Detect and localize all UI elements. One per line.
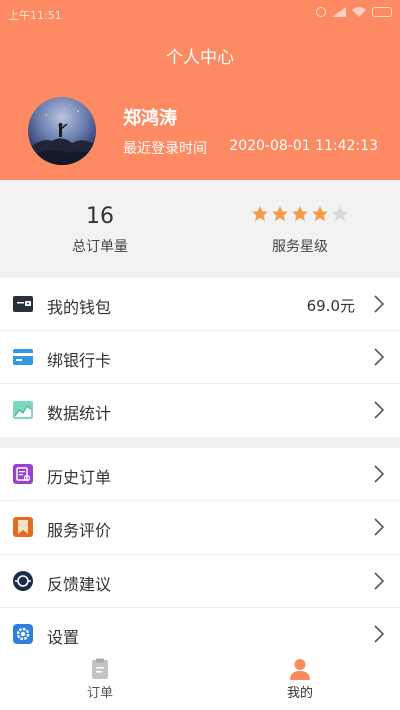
signal-icon (332, 7, 346, 17)
status-icons (316, 7, 392, 17)
profile-tab-icon (290, 659, 310, 680)
profile-header: 上午11:51 个人中心 郑鸿涛 最近登录时间 2020-08-01 11:42… (0, 0, 400, 180)
chevron-right-icon (374, 295, 384, 313)
star-filled-icon (252, 206, 268, 221)
review-icon (13, 517, 33, 537)
chevron-right-icon (374, 401, 384, 419)
service-rating-label: 服务星级 (272, 239, 328, 255)
star-filled-icon (292, 206, 308, 221)
chevron-right-icon (374, 348, 384, 366)
chevron-right-icon (374, 572, 384, 590)
last-login-label: 最近登录时间 (123, 141, 207, 157)
history-order-icon (13, 464, 33, 484)
tab-label: 订单 (86, 686, 113, 701)
menu-label: 设置 (47, 628, 80, 647)
settings-icon (13, 624, 33, 644)
last-login-time: 2020-08-01 11:42:13 (229, 138, 378, 154)
menu-item-feedback[interactable]: 反馈建议 (0, 555, 400, 608)
menu-group-account: 我的钱包 69.0元 绑银行卡 数据统计 (0, 278, 400, 437)
wallet-icon (13, 296, 33, 312)
menu-label: 数据统计 (47, 404, 112, 423)
statistics-icon (13, 401, 33, 419)
feedback-icon (13, 571, 33, 591)
total-orders-stat: 16 总订单量 (0, 180, 200, 278)
total-orders-value: 16 (86, 204, 114, 229)
star-rating (250, 205, 350, 227)
menu-group-misc: 反馈建议 设置 (0, 555, 400, 661)
menu-label: 反馈建议 (47, 575, 112, 594)
wifi-icon (352, 7, 366, 17)
wallet-balance: 69.0元 (306, 297, 355, 315)
service-rating-stat: 服务星级 (200, 180, 400, 278)
order-tab-icon (92, 658, 108, 679)
user-name: 郑鸿涛 (123, 108, 177, 129)
page-title: 个人中心 (166, 48, 234, 68)
star-filled-icon (272, 206, 288, 221)
battery-icon (372, 7, 392, 17)
tab-orders[interactable]: 订单 (0, 652, 200, 710)
bank-card-icon (13, 349, 33, 365)
menu-group-orders: 历史订单 服务评价 (0, 448, 400, 554)
star-empty-icon (332, 206, 348, 221)
avatar[interactable] (28, 97, 96, 165)
status-time: 上午11:51 (8, 9, 62, 22)
menu-label: 服务评价 (47, 521, 112, 540)
tab-label: 我的 (286, 686, 313, 701)
chevron-right-icon (374, 465, 384, 483)
alarm-icon (316, 7, 326, 17)
status-bar: 上午11:51 (0, 0, 400, 28)
star-filled-icon (312, 206, 328, 221)
menu-item-statistics[interactable]: 数据统计 (0, 384, 400, 437)
stats-panel: 16 总订单量 服务星级 (0, 180, 400, 278)
menu-item-wallet[interactable]: 我的钱包 69.0元 (0, 278, 400, 331)
menu-label: 历史订单 (47, 468, 112, 487)
menu-item-history-orders[interactable]: 历史订单 (0, 448, 400, 501)
chevron-right-icon (374, 625, 384, 643)
tab-profile[interactable]: 我的 (200, 652, 400, 710)
menu-label: 我的钱包 (47, 298, 112, 317)
avatar-image (28, 104, 96, 165)
total-orders-label: 总订单量 (72, 239, 128, 255)
chevron-right-icon (374, 518, 384, 536)
menu-item-service-review[interactable]: 服务评价 (0, 501, 400, 554)
bottom-tab-bar: 订单 我的 (0, 652, 400, 710)
menu-item-bank-card[interactable]: 绑银行卡 (0, 331, 400, 384)
menu-label: 绑银行卡 (47, 351, 112, 370)
